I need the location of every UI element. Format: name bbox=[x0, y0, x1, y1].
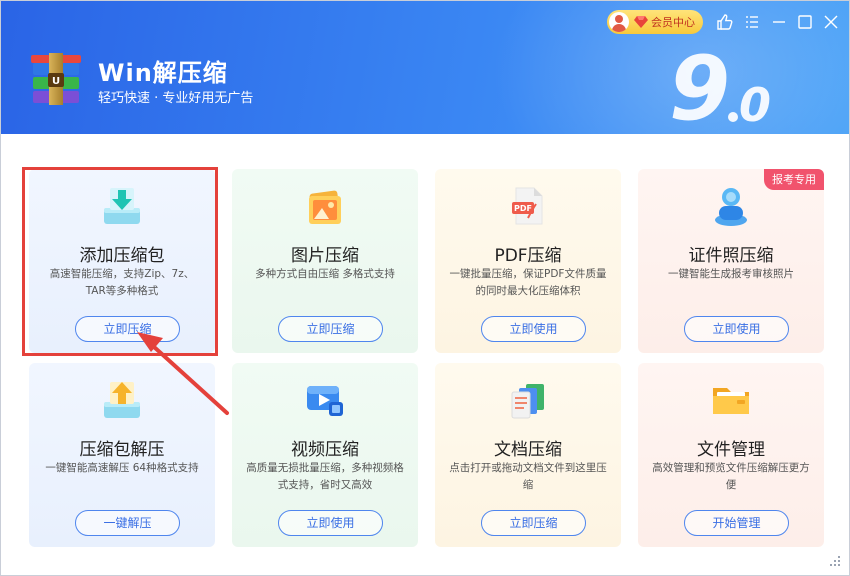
version-major: 9 bbox=[669, 37, 730, 129]
app-subtitle: 轻巧快速 · 专业好用无广告 bbox=[98, 91, 254, 106]
minimize-icon bbox=[773, 21, 785, 23]
header-banner: U Win解压缩 轻巧快速 · 专业好用无广告 9 0 会员中心 bbox=[1, 1, 849, 134]
close-icon bbox=[824, 15, 838, 29]
close-button[interactable] bbox=[822, 13, 840, 31]
card-description: 点击打开或拖动文档文件到这里压缩 bbox=[449, 462, 607, 491]
start-manage-button[interactable]: 开始管理 bbox=[684, 510, 789, 536]
avatar bbox=[609, 12, 629, 32]
card-description: 高质量无损批量压缩，多种视频格式支持，省时又高效 bbox=[246, 462, 404, 491]
card-title: PDF压缩 bbox=[494, 246, 562, 266]
card-description: 高速智能压缩，支持Zip、7z、TAR等多种格式 bbox=[49, 268, 195, 297]
resize-grip-icon[interactable] bbox=[829, 555, 841, 567]
app-logo-icon: U bbox=[31, 53, 81, 105]
like-button[interactable] bbox=[716, 13, 734, 31]
minimize-button[interactable] bbox=[770, 13, 788, 31]
version-badge: 9 0 bbox=[669, 37, 771, 129]
card-video-compress[interactable]: 视频压缩 高质量无损批量压缩，多种视频格式支持，省时又高效 立即使用 bbox=[232, 363, 418, 547]
card-title: 证件照压缩 bbox=[688, 246, 774, 266]
pdf-icon: PDF bbox=[512, 187, 543, 225]
like-icon bbox=[717, 14, 733, 30]
maximize-icon bbox=[798, 15, 812, 29]
video-icon bbox=[307, 386, 343, 416]
card-description: 一键批量压缩，保证PDF文件质量的同时最大化压缩体积 bbox=[449, 268, 607, 297]
folder-icon bbox=[713, 388, 749, 414]
card-title: 压缩包解压 bbox=[79, 440, 165, 460]
card-title: 文档压缩 bbox=[494, 440, 562, 460]
image-compress-icon bbox=[309, 190, 341, 224]
svg-text:U: U bbox=[52, 76, 60, 87]
app-window: U Win解压缩 轻巧快速 · 专业好用无广告 9 0 会员中心 添加压缩包 高… bbox=[0, 0, 850, 576]
card-image-compress[interactable]: 图片压缩 多种方式自由压缩 多格式支持 立即压缩 bbox=[232, 169, 418, 353]
card-title: 视频压缩 bbox=[291, 440, 359, 460]
svg-text:PDF: PDF bbox=[514, 204, 532, 213]
menu-icon bbox=[746, 16, 758, 28]
card-description: 一键智能生成报考审核照片 bbox=[668, 268, 794, 280]
card-title: 添加压缩包 bbox=[79, 246, 165, 266]
menu-button[interactable] bbox=[743, 13, 761, 31]
add-archive-icon bbox=[104, 188, 140, 224]
card-description: 一键智能高速解压 64种格式支持 bbox=[45, 462, 199, 474]
compress-now-button[interactable]: 立即压缩 bbox=[278, 316, 383, 342]
card-title: 图片压缩 bbox=[291, 246, 359, 266]
card-add-archive[interactable]: 添加压缩包 高速智能压缩，支持Zip、7z、TAR等多种格式 立即压缩 bbox=[29, 169, 215, 353]
use-now-button[interactable]: 立即使用 bbox=[481, 316, 586, 342]
app-title: Win解压缩 bbox=[98, 59, 228, 87]
card-description: 多种方式自由压缩 多格式支持 bbox=[255, 268, 395, 280]
diamond-icon bbox=[634, 16, 648, 28]
card-description: 高效管理和预览文件压缩解压更方便 bbox=[652, 462, 810, 491]
vip-center-label: 会员中心 bbox=[651, 16, 695, 29]
card-extract-archive[interactable]: 压缩包解压 一键智能高速解压 64种格式支持 一键解压 bbox=[29, 363, 215, 547]
card-document-compress[interactable]: 文档压缩 点击打开或拖动文档文件到这里压缩 立即压缩 bbox=[435, 363, 621, 547]
maximize-button[interactable] bbox=[796, 13, 814, 31]
use-now-button[interactable]: 立即使用 bbox=[278, 510, 383, 536]
one-click-extract-button[interactable]: 一键解压 bbox=[75, 510, 180, 536]
card-file-manager[interactable]: 文件管理 高效管理和预览文件压缩解压更方便 开始管理 bbox=[638, 363, 824, 547]
compress-now-button[interactable]: 立即压缩 bbox=[481, 510, 586, 536]
compress-now-button[interactable]: 立即压缩 bbox=[75, 316, 180, 342]
card-pdf-compress[interactable]: PDF PDF压缩 一键批量压缩，保证PDF文件质量的同时最大化压缩体积 立即使… bbox=[435, 169, 621, 353]
document-icon bbox=[511, 384, 544, 419]
use-now-button[interactable]: 立即使用 bbox=[684, 316, 789, 342]
card-title: 文件管理 bbox=[697, 440, 765, 460]
extract-icon bbox=[104, 382, 140, 418]
card-id-photo-compress[interactable]: 报考专用 证件照压缩 一键智能生成报考审核照片 立即使用 bbox=[638, 169, 824, 353]
id-photo-icon bbox=[715, 188, 747, 226]
version-minor: 0 bbox=[739, 78, 771, 129]
vip-center-button[interactable]: 会员中心 bbox=[607, 10, 703, 34]
exam-badge: 报考专用 bbox=[764, 169, 824, 190]
